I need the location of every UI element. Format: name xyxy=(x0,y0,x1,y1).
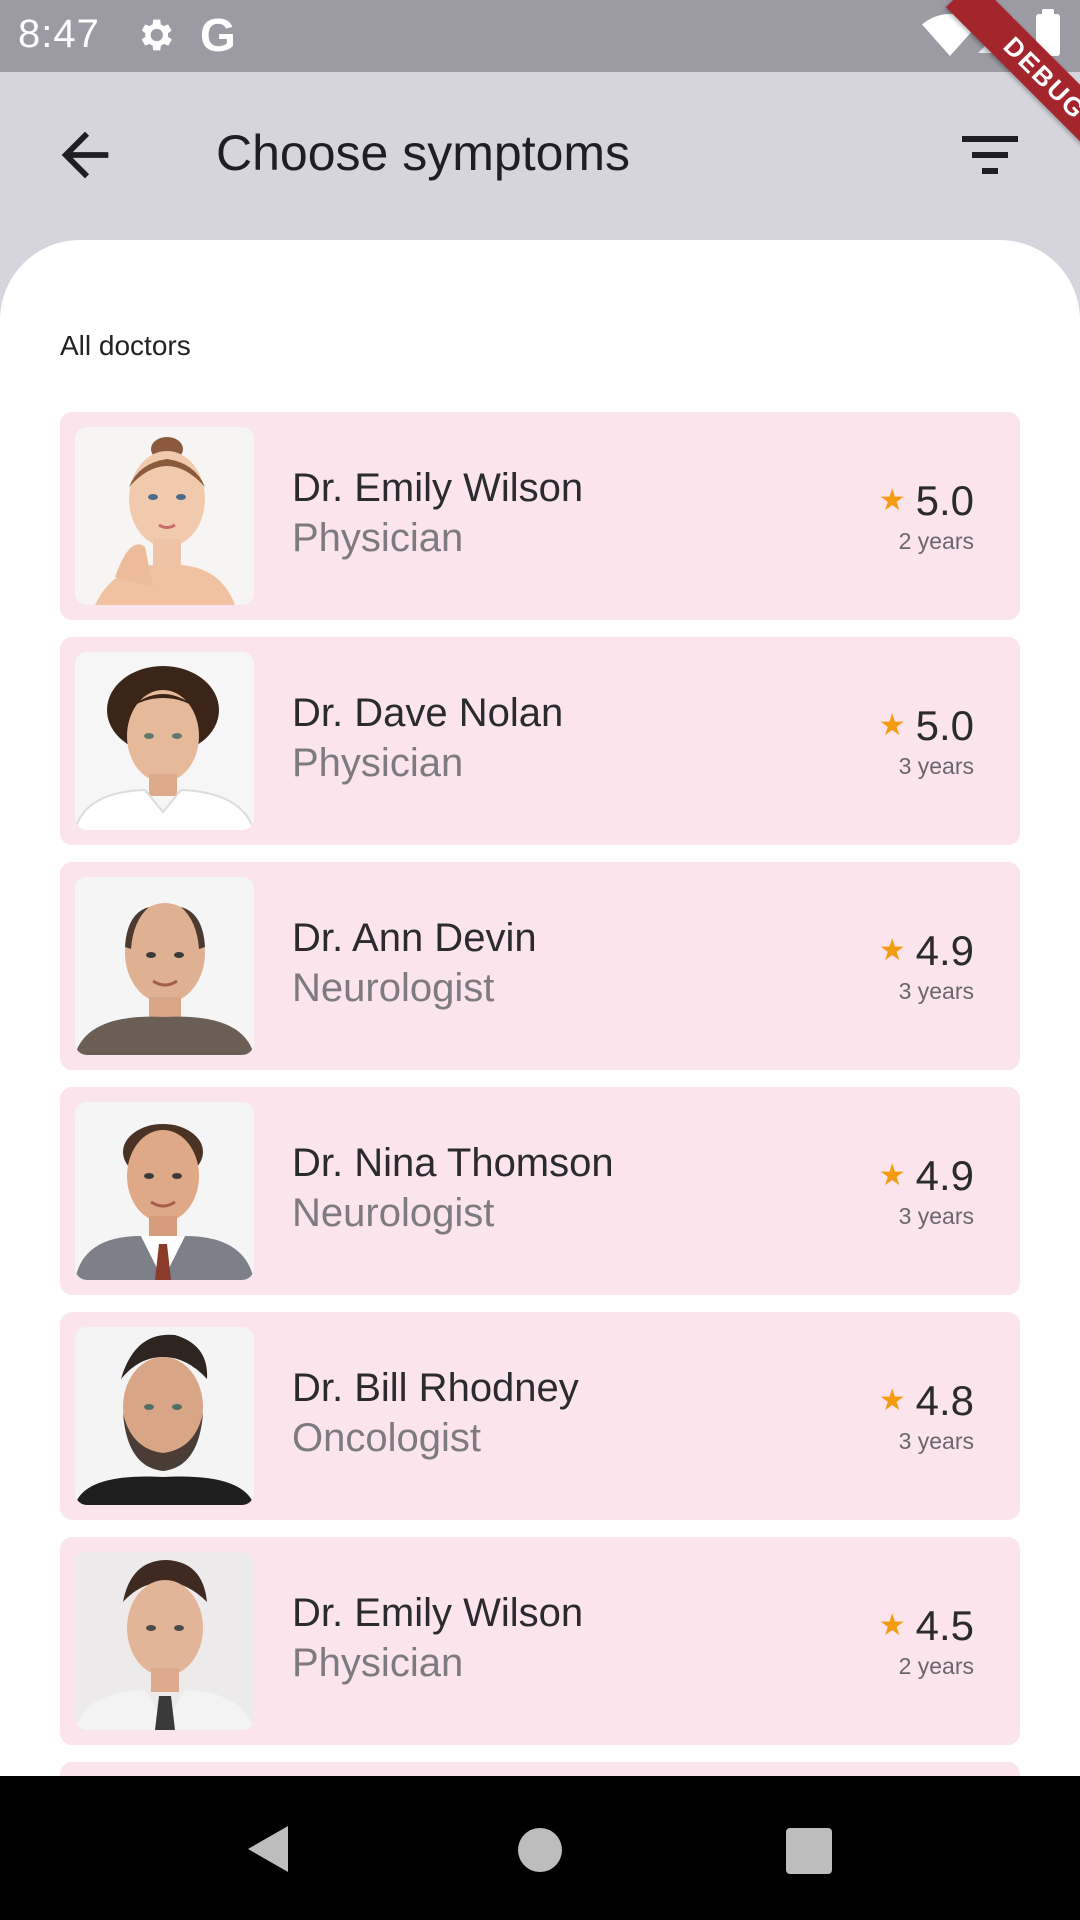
doctor-photo xyxy=(75,877,254,1055)
section-label: All doctors xyxy=(60,330,191,361)
man-in-suit-portrait-image xyxy=(75,1102,254,1280)
doctor-card[interactable]: Dr. Bill Rhodney Oncologist ★ 4.8 3 year… xyxy=(60,1312,1020,1520)
system-nav-bar xyxy=(0,1776,1080,1920)
nav-recents-icon[interactable] xyxy=(786,1828,832,1874)
filter-icon xyxy=(962,136,1018,174)
doctor-card[interactable]: Dr. Nina Thomson Neurologist ★ 4.9 3 yea… xyxy=(60,1087,1020,1295)
gear-icon xyxy=(141,19,172,51)
page-title: Choose symptoms xyxy=(216,125,631,181)
doctor-photo xyxy=(75,1102,254,1280)
rating-value: 4.8 xyxy=(915,1377,974,1424)
nav-back-icon[interactable] xyxy=(244,1824,294,1874)
bearded-man-portrait-image xyxy=(75,1327,254,1505)
doctor-specialty: Physician xyxy=(292,516,464,560)
google-icon: G xyxy=(200,9,236,61)
experience-years: 3 years xyxy=(898,978,974,1004)
balding-man-portrait-image xyxy=(75,877,254,1055)
doctor-card[interactable]: Dr. Emily Wilson Physician ★ 4.5 2 years xyxy=(60,1537,1020,1745)
curly-hair-man-portrait-image xyxy=(75,652,254,830)
star-icon: ★ xyxy=(878,484,906,517)
rating-value: 4.9 xyxy=(915,1152,974,1199)
doctor-list: Dr. Emily Wilson Physician ★ 5.0 2 years xyxy=(60,412,1020,1762)
back-button[interactable] xyxy=(50,120,120,190)
doctor-specialty: Oncologist xyxy=(292,1416,481,1460)
rating-value: 4.5 xyxy=(915,1602,974,1649)
rating-block: ★ 4.9 3 years xyxy=(879,930,974,1005)
rating-value: 4.9 xyxy=(915,927,974,974)
doctor-card[interactable]: Dr. Emily Wilson Physician ★ 5.0 2 years xyxy=(60,412,1020,620)
woman-portrait-image xyxy=(75,427,254,605)
rating-value: 5.0 xyxy=(915,477,974,524)
doctor-specialty: Neurologist xyxy=(292,966,495,1010)
doctor-name: Dr. Emily Wilson xyxy=(292,1591,584,1635)
doctor-photo xyxy=(75,652,254,830)
doctor-name: Dr. Dave Nolan xyxy=(292,691,564,735)
experience-years: 2 years xyxy=(898,528,974,554)
star-icon: ★ xyxy=(878,1384,906,1417)
doctor-photo xyxy=(75,1327,254,1505)
star-icon: ★ xyxy=(878,934,906,967)
doctor-specialty: Physician xyxy=(292,1641,464,1685)
star-icon: ★ xyxy=(878,1609,906,1642)
doctor-specialty: Physician xyxy=(292,741,464,785)
rating-block: ★ 4.8 3 years xyxy=(879,1380,974,1455)
experience-years: 3 years xyxy=(898,753,974,779)
doctor-name: Dr. Bill Rhodney xyxy=(292,1366,579,1410)
star-icon: ★ xyxy=(878,1159,906,1192)
doctor-name: Dr. Ann Devin xyxy=(292,916,537,960)
doctor-name: Dr. Emily Wilson xyxy=(292,466,584,510)
experience-years: 2 years xyxy=(898,1653,974,1679)
doctor-card[interactable]: Dr. Ann Devin Neurologist ★ 4.9 3 years xyxy=(60,862,1020,1070)
experience-years: 3 years xyxy=(898,1428,974,1454)
filter-button[interactable] xyxy=(950,120,1030,190)
doctor-photo xyxy=(75,427,254,605)
doctor-card[interactable]: Dr. Dave Nolan Physician ★ 5.0 3 years xyxy=(60,637,1020,845)
rating-block: ★ 5.0 3 years xyxy=(879,705,974,780)
doctor-name: Dr. Nina Thomson xyxy=(292,1141,614,1185)
rating-block: ★ 5.0 2 years xyxy=(879,480,974,555)
doctor-photo xyxy=(75,1552,254,1730)
rating-block: ★ 4.5 2 years xyxy=(879,1605,974,1680)
experience-years: 3 years xyxy=(898,1203,974,1229)
rating-block: ★ 4.9 3 years xyxy=(879,1155,974,1230)
arrow-left-icon xyxy=(61,131,109,179)
doctor-specialty: Neurologist xyxy=(292,1191,495,1235)
rating-value: 5.0 xyxy=(915,702,974,749)
young-man-tie-portrait-image xyxy=(75,1552,254,1730)
nav-home-icon[interactable] xyxy=(518,1828,562,1872)
doctors-sheet: All doctors Dr. Emily Wilson Physician ★… xyxy=(0,240,1080,1776)
doctor-card-partial[interactable] xyxy=(60,1762,1020,1776)
app-bar: Choose symptoms xyxy=(0,72,1080,240)
status-bar: 8:47 G xyxy=(0,0,1080,72)
star-icon: ★ xyxy=(878,709,906,742)
status-time: 8:47 xyxy=(18,12,100,56)
